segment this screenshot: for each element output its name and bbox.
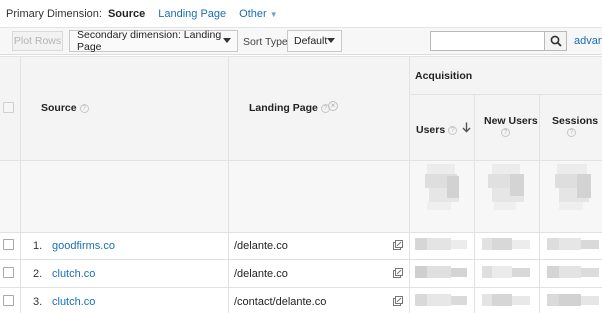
external-link-icon[interactable] [393,268,403,278]
sessions-column-label: Sessions [552,115,599,127]
redacted-total-sessions [555,164,591,210]
row-checkbox[interactable] [3,239,14,250]
plot-rows-button[interactable]: Plot Rows [12,31,63,51]
external-link-icon[interactable] [393,296,403,306]
chevron-down-icon: ▼ [269,9,278,19]
sort-type-label: Sort Type: [243,36,291,48]
remove-dimension-icon[interactable]: × [328,101,338,111]
sort-descending-icon[interactable] [462,122,471,133]
search-icon [550,35,562,47]
redacted-new-users-value [482,238,530,250]
sort-type-value: Default [294,35,328,47]
chevron-down-icon [327,38,335,43]
row-number: 3. [33,296,43,308]
row-number: 2. [33,268,43,280]
users-column-label: Users [416,124,446,136]
source-column-header[interactable]: Source? [41,102,89,114]
source-link[interactable]: goodfirms.co [52,240,115,252]
external-link-icon[interactable] [393,240,403,250]
secondary-dimension-label: Secondary dimension: Landing Page [77,29,222,53]
secondary-dimension-select[interactable]: Secondary dimension: Landing Page [69,29,238,53]
users-column-header[interactable]: Users? [416,124,458,136]
help-icon[interactable]: ? [501,128,510,137]
redacted-users-value [415,238,467,250]
advanced-filter-link[interactable]: advanced [574,35,602,47]
primary-dimension-source[interactable]: Source [108,8,145,20]
help-icon[interactable]: ? [79,103,89,113]
primary-dimension-bar: Primary Dimension: Source Landing Page O… [0,0,602,27]
landing-page-column-label: Landing Page [249,102,318,114]
landing-page-column-header[interactable]: Landing Page? [249,102,330,114]
table-search-input[interactable] [430,31,545,51]
sessions-column-header[interactable]: Sessions [552,115,598,127]
acquisition-group-header: Acquisition [415,70,473,82]
redacted-total-new-users [488,164,524,210]
new-users-column-header[interactable]: New Users [484,115,538,127]
primary-dimension-other-label: Other [239,7,267,20]
redacted-new-users-value [482,266,530,278]
redacted-users-value [415,266,467,278]
help-icon[interactable]: ? [567,128,576,137]
table-toolbar: Plot Rows Secondary dimension: Landing P… [0,27,602,55]
redacted-total-users [425,164,459,210]
chevron-down-icon [223,38,231,43]
source-link[interactable]: clutch.co [52,296,95,308]
primary-dimension-other[interactable]: Other ▼ [239,8,277,20]
data-table: Source? Landing Page? × Acquisition User… [0,56,602,313]
select-all-checkbox[interactable] [3,102,14,113]
row-checkbox[interactable] [3,295,14,306]
landing-page-value: /delante.co [234,240,288,252]
primary-dimension-label: Primary Dimension: [6,7,102,20]
source-column-label: Source [41,102,77,114]
landing-page-value: /contact/delante.co [234,296,327,308]
search-button[interactable] [544,31,567,51]
sort-type-select[interactable]: Default [287,30,342,52]
landing-page-value: /delante.co [234,268,288,280]
new-users-column-label: New Users [484,115,538,127]
primary-dimension-landing-page[interactable]: Landing Page [158,8,226,20]
help-icon[interactable]: ? [448,125,458,135]
source-link[interactable]: clutch.co [52,268,95,280]
redacted-users-value [415,294,467,306]
row-number: 1. [33,240,43,252]
row-checkbox[interactable] [3,267,14,278]
redacted-new-users-value [482,294,530,306]
redacted-sessions-value [547,266,599,278]
redacted-sessions-value [547,238,599,250]
redacted-sessions-value [547,294,599,306]
